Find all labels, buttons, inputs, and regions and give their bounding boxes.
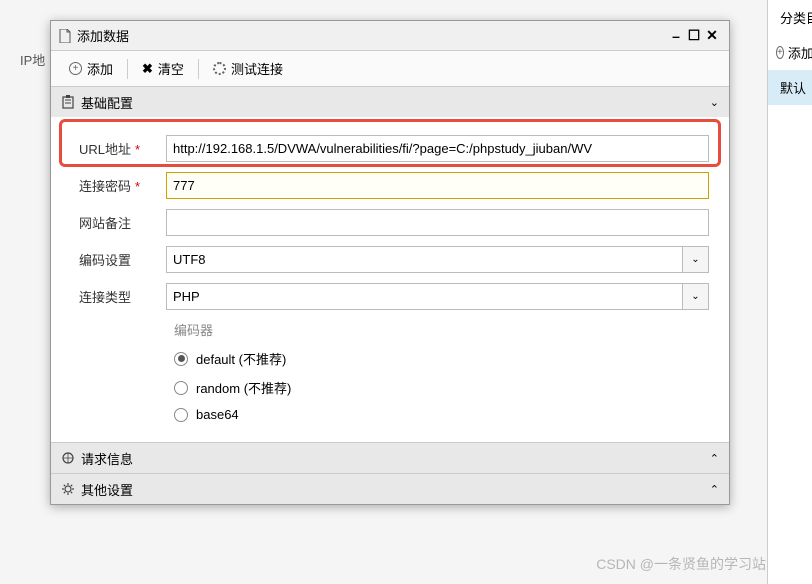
remark-label: 网站备注 (71, 213, 166, 232)
default-folder-label: 默认 (780, 78, 806, 97)
close-button[interactable]: ✕ (703, 27, 721, 45)
url-input[interactable] (166, 135, 709, 162)
type-select[interactable]: PHP ⌄ (166, 283, 709, 310)
basic-config-title: 基础配置 (81, 93, 133, 112)
encoder-random-label: random (不推荐) (196, 378, 291, 397)
test-connection-button[interactable]: 测试连接 (203, 55, 293, 82)
chevron-up-icon: ⌃ (710, 483, 719, 496)
chevron-down-icon: ⌄ (710, 96, 719, 109)
encoding-label: 编码设置 (71, 250, 166, 269)
remark-row: 网站备注 (71, 209, 709, 236)
modal-toolbar: + 添加 ✖ 清空 测试连接 (51, 51, 729, 87)
request-info-panel: 请求信息 ⌃ (51, 443, 729, 474)
radio-icon (174, 381, 188, 395)
document-icon (59, 29, 71, 43)
modal-titlebar: 添加数据 – ☐ ✕ (51, 21, 729, 51)
type-label: 连接类型 (71, 287, 166, 306)
clear-button[interactable]: ✖ 清空 (132, 55, 194, 82)
test-button-label: 测试连接 (231, 59, 283, 78)
encoding-value: UTF8 (167, 247, 682, 272)
watermark: CSDN @一条贤鱼的学习站 (596, 554, 766, 574)
type-row: 连接类型 PHP ⌄ (71, 283, 709, 310)
radio-icon (174, 408, 188, 422)
password-row: 连接密码* (71, 172, 709, 199)
type-value: PHP (167, 284, 682, 309)
categories-header[interactable]: 分类目 (768, 0, 812, 35)
radio-icon (174, 352, 188, 366)
maximize-button[interactable]: ☐ (685, 27, 703, 45)
encoder-base64[interactable]: base64 (174, 407, 709, 422)
categories-label: 分类目 (780, 8, 812, 27)
password-label: 连接密码* (71, 176, 166, 195)
chevron-down-icon[interactable]: ⌄ (682, 284, 708, 309)
url-row: URL地址* (71, 135, 709, 162)
encoder-base64-label: base64 (196, 407, 239, 422)
clear-button-label: 清空 (158, 59, 184, 78)
request-info-title: 请求信息 (81, 449, 133, 468)
ip-label: IP地 (20, 50, 45, 69)
clipboard-icon (61, 95, 75, 109)
password-input[interactable] (166, 172, 709, 199)
encoder-section: 编码器 default (不推荐) random (不推荐) base64 (174, 320, 709, 422)
chevron-up-icon: ⌃ (710, 452, 719, 465)
add-data-modal: 添加数据 – ☐ ✕ + 添加 ✖ 清空 测试连接 基础配置 ⌄ (50, 20, 730, 505)
add-button[interactable]: + 添加 (59, 55, 123, 82)
remark-input[interactable] (166, 209, 709, 236)
plus-icon: + (69, 62, 82, 75)
url-label: URL地址* (71, 139, 166, 158)
add-category-label: 添加 (788, 43, 812, 62)
encoder-random[interactable]: random (不推荐) (174, 378, 709, 397)
encoder-title: 编码器 (174, 320, 709, 339)
right-sidebar: 分类目 + 添加 默认 (767, 0, 812, 584)
modal-title: 添加数据 (77, 26, 667, 45)
gear-icon (61, 482, 75, 496)
encoding-select[interactable]: UTF8 ⌄ (166, 246, 709, 273)
default-folder[interactable]: 默认 (768, 70, 812, 105)
separator (198, 59, 199, 79)
other-settings-title: 其他设置 (81, 480, 133, 499)
encoding-row: 编码设置 UTF8 ⌄ (71, 246, 709, 273)
add-category[interactable]: + 添加 (768, 35, 812, 70)
spinner-icon (213, 62, 226, 75)
add-button-label: 添加 (87, 59, 113, 78)
separator (127, 59, 128, 79)
basic-config-header[interactable]: 基础配置 ⌄ (51, 87, 729, 117)
x-icon: ✖ (142, 61, 153, 77)
other-settings-header[interactable]: 其他设置 ⌃ (51, 474, 729, 504)
plus-icon: + (776, 46, 784, 59)
request-info-header[interactable]: 请求信息 ⌃ (51, 443, 729, 473)
chevron-down-icon[interactable]: ⌄ (682, 247, 708, 272)
encoder-default[interactable]: default (不推荐) (174, 349, 709, 368)
encoder-default-label: default (不推荐) (196, 349, 286, 368)
other-settings-panel: 其他设置 ⌃ (51, 474, 729, 504)
browser-icon (61, 451, 75, 465)
minimize-button[interactable]: – (667, 27, 685, 45)
basic-config-body: URL地址* 连接密码* 网站备注 编码设置 UTF8 ⌄ (51, 117, 729, 442)
basic-config-panel: 基础配置 ⌄ URL地址* 连接密码* 网站备注 (51, 87, 729, 443)
